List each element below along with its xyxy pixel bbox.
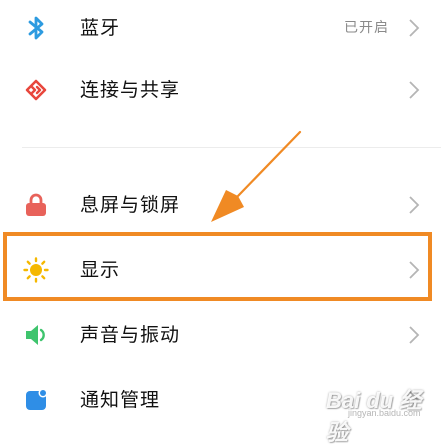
notification-icon — [22, 386, 50, 414]
lock-icon — [22, 191, 50, 219]
settings-item-label: 蓝牙 — [80, 17, 121, 39]
settings-item-label: 声音与振动 — [80, 324, 181, 346]
connection-sharing-icon — [22, 76, 50, 104]
settings-item-label: 通知管理 — [80, 389, 161, 411]
section-divider — [22, 147, 441, 148]
watermark-subtext: jingyan.baidu.com — [348, 408, 421, 418]
chevron-right-icon — [407, 323, 421, 347]
bluetooth-status: 已开启 — [344, 20, 389, 36]
chevron-right-icon — [407, 78, 421, 102]
settings-item-lock-screen[interactable]: 息屏与锁屏 — [0, 177, 441, 233]
settings-item-bluetooth[interactable]: 蓝牙 已开启 — [0, 0, 441, 56]
settings-item-label: 连接与共享 — [80, 79, 181, 101]
chevron-right-icon — [407, 193, 421, 217]
speaker-icon — [22, 321, 50, 349]
settings-item-label: 息屏与锁屏 — [80, 194, 181, 216]
highlight-box — [3, 232, 432, 301]
chevron-right-icon — [407, 16, 421, 40]
bluetooth-icon — [22, 14, 50, 42]
settings-item-sound-vibration[interactable]: 声音与振动 — [0, 307, 441, 363]
settings-item-connection-sharing[interactable]: 连接与共享 — [0, 62, 441, 118]
baidu-watermark: Bai du 经验 jingyan.baidu.com — [326, 377, 436, 445]
